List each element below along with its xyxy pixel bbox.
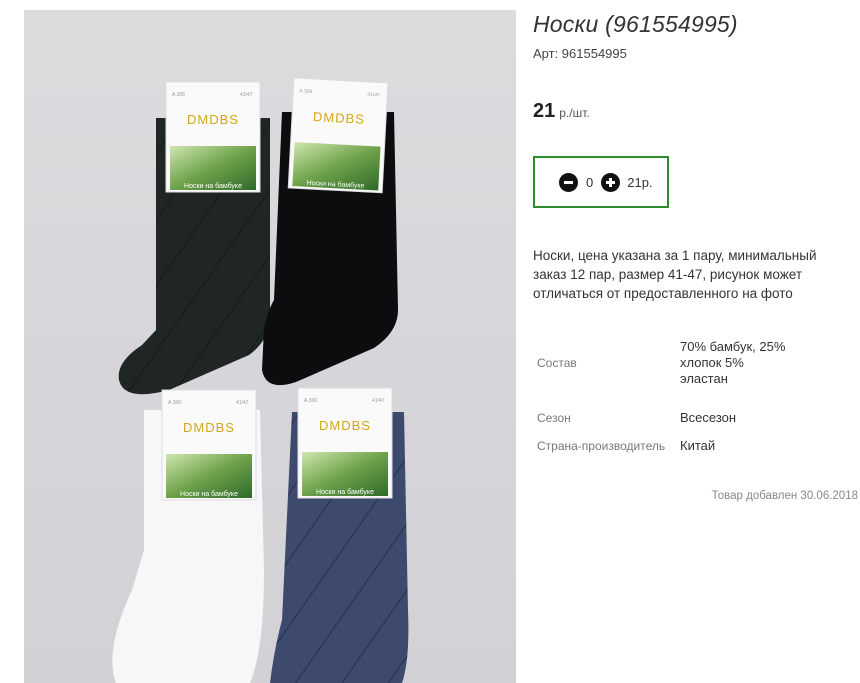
brand-label: DMDBS bbox=[319, 418, 371, 433]
property-row: Сезон Всесезон bbox=[537, 404, 790, 432]
property-label: Состав bbox=[537, 356, 577, 370]
tag-size: 41/47 bbox=[240, 92, 253, 98]
tag-code: A.306 bbox=[299, 88, 313, 95]
tag-caption: Носки на бамбуке bbox=[316, 488, 374, 496]
brand-label: DMDBS bbox=[187, 112, 239, 127]
quantity-value[interactable]: 0 bbox=[586, 175, 593, 190]
sock-tag: A.306 41/47 DMDBS Носки на бамбуке bbox=[287, 77, 389, 194]
product-properties: Состав 70% бамбук, 25% хлопок 5% эластан… bbox=[537, 322, 790, 460]
brand-label: DMDBS bbox=[183, 420, 235, 435]
sock-tag: A.306 41/47 DMDBS Носки на бамбуке bbox=[297, 387, 393, 499]
sock-tag: A.306 41/47 DMDBS Носки на бамбуке bbox=[161, 389, 257, 501]
decrease-quantity-button[interactable] bbox=[559, 172, 578, 192]
price-unit: р./шт. bbox=[559, 106, 590, 120]
sock-tag: A.306 41/47 DMDBS Носки на бамбуке bbox=[165, 81, 261, 193]
tag-caption: Носки на бамбуке bbox=[180, 490, 238, 498]
property-value: 70% бамбук, 25% хлопок 5% эластан bbox=[680, 339, 786, 386]
tag-code: A.306 bbox=[168, 400, 181, 406]
property-label: Страна-производитель bbox=[537, 439, 666, 453]
brand-label: DMDBS bbox=[313, 109, 366, 127]
tag-code: A.306 bbox=[304, 398, 317, 404]
plus-icon bbox=[606, 177, 616, 187]
property-value: Всесезон bbox=[680, 410, 737, 425]
tag-size: 41/47 bbox=[372, 398, 385, 404]
product-sku: Арт: 961554995 bbox=[533, 46, 627, 61]
property-row: Состав 70% бамбук, 25% хлопок 5% эластан bbox=[537, 322, 790, 404]
product-title: Носки (961554995) bbox=[533, 11, 738, 37]
tag-size: 41/47 bbox=[236, 400, 249, 406]
quantity-sum: 21р. bbox=[627, 174, 653, 190]
minus-icon bbox=[564, 180, 573, 184]
tag-caption: Носки на бамбуке bbox=[184, 182, 242, 190]
increase-quantity-button[interactable] bbox=[601, 172, 621, 192]
price-value: 21 bbox=[533, 100, 556, 122]
tag-size: 41/47 bbox=[367, 92, 380, 99]
property-value: Китай bbox=[680, 438, 716, 453]
product-page: A.306 41/47 DMDBS Носки на бамбуке A.306… bbox=[0, 0, 860, 683]
product-price: 21 р./шт. bbox=[533, 100, 590, 123]
product-description: Носки, цена указана за 1 пару, минимальн… bbox=[533, 248, 817, 301]
quantity-stepper: 0 21р. bbox=[533, 156, 669, 208]
tag-code: A.306 bbox=[172, 92, 185, 98]
property-label: Сезон bbox=[537, 411, 571, 425]
property-row: Страна-производитель Китай bbox=[537, 432, 790, 460]
product-photo[interactable]: A.306 41/47 DMDBS Носки на бамбуке A.306… bbox=[24, 10, 516, 683]
added-date: Товар добавлен 30.06.2018 bbox=[711, 490, 858, 502]
